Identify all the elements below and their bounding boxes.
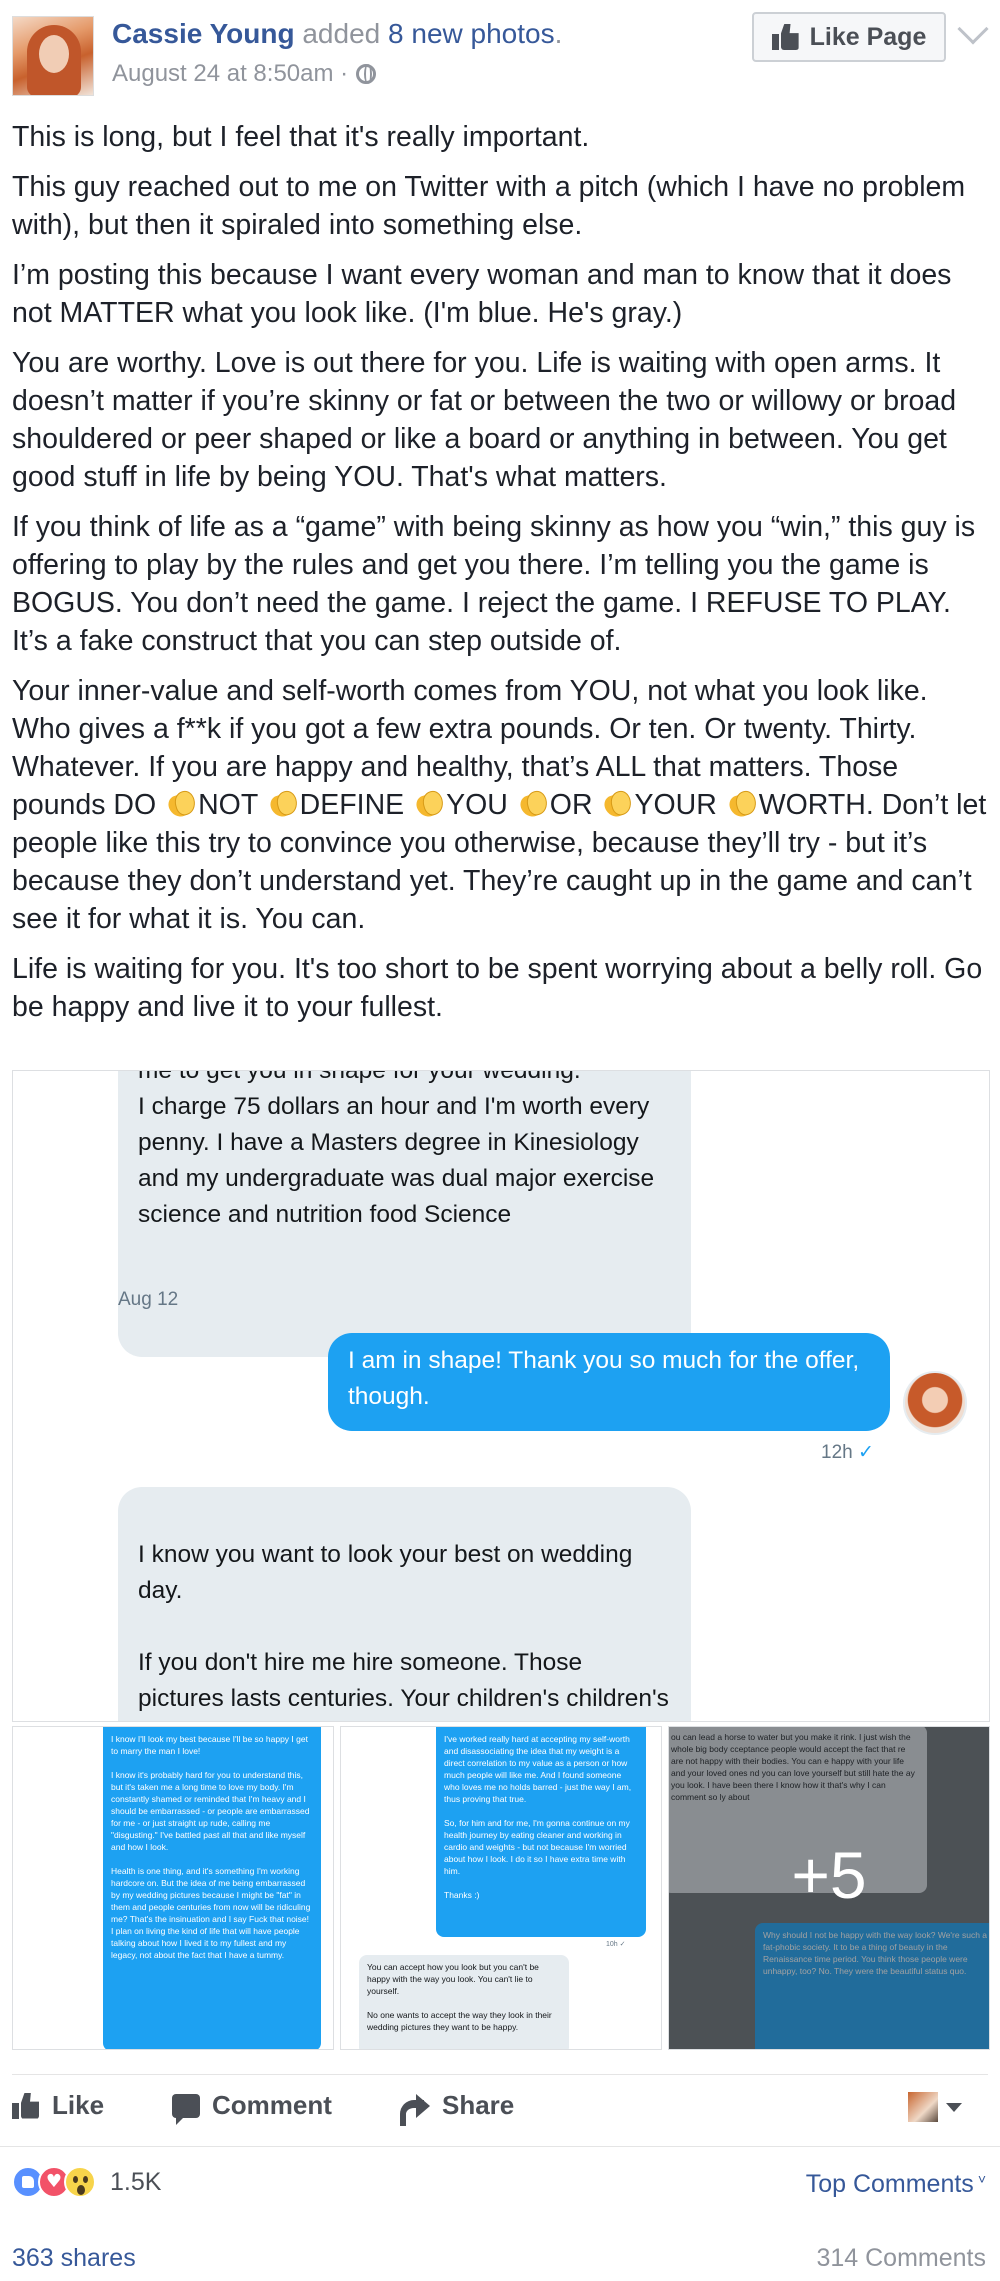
photo-thumbnails: I know I'll look my best because I'll be…: [12, 1726, 990, 2050]
like-page-label: Like Page: [809, 22, 927, 51]
chat-message-outgoing: I am in shape! Thank you so much for the…: [328, 1333, 890, 1431]
checkmark-icon: ✓: [857, 1442, 874, 1463]
thumbnail-time: 10h ✓: [606, 1941, 626, 1948]
post-paragraph: This is long, but I feel that it's reall…: [12, 121, 590, 153]
avatar-face: [39, 35, 69, 73]
share-icon: [400, 2093, 430, 2126]
message-time: 12h ✓: [821, 1441, 874, 1464]
emphasis-word: NOT: [198, 789, 258, 821]
post-paragraph: If you think of life as a “game” with be…: [12, 511, 976, 657]
engagement-footer: 363 shares 314 Comments: [0, 2238, 1000, 2281]
shares-link[interactable]: 363 shares: [12, 2244, 136, 2273]
globe-icon: [356, 64, 377, 84]
post-timestamp: August 24 at 8:50am ·: [112, 60, 377, 88]
share-label: Share: [442, 2090, 515, 2120]
caret-down-icon: [946, 2102, 962, 2112]
share-button[interactable]: Share: [400, 2090, 515, 2126]
like-icon: [12, 2093, 40, 2119]
clap-icon: [727, 789, 755, 819]
thumbnail-message: I've worked really hard at accepting my …: [436, 1727, 646, 1937]
comments-count-link[interactable]: 314 Comments: [816, 2244, 986, 2273]
action-suffix: .: [554, 18, 563, 49]
message-date: Aug 12: [118, 1289, 179, 1310]
post-body: This is long, but I feel that it's reall…: [12, 118, 992, 1038]
message-time-text: 12h: [821, 1442, 853, 1463]
more-photos-count: +5: [791, 1838, 867, 1912]
actor-avatar: [908, 2092, 938, 2122]
wow-reaction-icon: [64, 2166, 96, 2198]
post-actions: Like Comment Share: [12, 2078, 988, 2138]
clap-icon: [602, 789, 630, 819]
thumbnail-message: I know I'll look my best because I'll be…: [103, 1727, 321, 2049]
message-text: I charge 75 dollars an hour and I'm wort…: [138, 1093, 655, 1228]
post-paragraph: Your inner-value and self-worth comes fr…: [12, 672, 992, 938]
author-name-link[interactable]: Cassie Young: [112, 18, 295, 49]
like-label: Like: [52, 2090, 105, 2120]
post-paragraph: Life is waiting for you. It's too short …: [12, 953, 983, 1023]
clap-icon: [518, 789, 546, 819]
chat-avatar: [903, 1371, 967, 1435]
clap-icon: [268, 789, 296, 819]
author-line: Cassie Young added 8 new photos.: [112, 18, 562, 50]
photo-thumbnail[interactable]: I've worked really hard at accepting my …: [340, 1726, 662, 2050]
post-action: added 8 new photos.: [302, 18, 562, 49]
divider: [12, 2074, 988, 2075]
action-prefix: added: [302, 18, 381, 49]
chevron-down-icon[interactable]: [957, 13, 989, 45]
message-text-partial: me to get you in shape for your wedding.: [138, 1070, 581, 1084]
photo-thumbnail-more[interactable]: ou can lead a horse to water but you mak…: [668, 1726, 990, 2050]
like-icon: [771, 24, 800, 50]
author-avatar[interactable]: [12, 16, 94, 96]
comment-button[interactable]: Comment: [172, 2090, 332, 2125]
like-button[interactable]: Like: [12, 2090, 104, 2121]
message-text: I know you want to look your best on wed…: [138, 1541, 669, 1712]
message-text: I am in shape! Thank you so much for the…: [348, 1347, 860, 1410]
new-photos-link[interactable]: 8 new photos: [388, 18, 555, 49]
chat-message-incoming: me to get you in shape for your wedding.…: [118, 1070, 691, 1357]
timestamp-link[interactable]: August 24 at 8:50am ·: [112, 60, 348, 88]
post-paragraph: I’m posting this because I want every wo…: [12, 259, 952, 329]
clap-icon: [166, 789, 194, 819]
emphasis-word: YOU: [446, 789, 508, 821]
top-comments-dropdown[interactable]: Top Comments ˅: [806, 2170, 986, 2199]
clap-icon: [414, 789, 442, 819]
top-comments-label: Top Comments: [805, 2170, 974, 2198]
photo-thumbnail[interactable]: I know I'll look my best because I'll be…: [12, 1726, 334, 2050]
comment-icon: [172, 2093, 200, 2125]
main-photo[interactable]: me to get you in shape for your wedding.…: [12, 1070, 990, 1722]
chat-message-incoming: I know you want to look your best on wed…: [118, 1487, 691, 1721]
divider: [0, 2146, 1000, 2147]
caret-down-icon: ˅: [977, 2171, 986, 2187]
emphasis-word: WORTH.: [758, 789, 874, 821]
like-page-button[interactable]: Like Page: [752, 12, 946, 62]
thumbnail-message: You can accept how you look but you can'…: [359, 1955, 569, 2049]
reaction-icons: [12, 2166, 96, 2198]
reactions-summary[interactable]: 1.5K: [12, 2166, 161, 2198]
comment-label: Comment: [212, 2090, 332, 2120]
profile-switcher[interactable]: [908, 2092, 962, 2122]
emphasis-word: OR: [549, 789, 593, 821]
post-paragraph: This guy reached out to me on Twitter wi…: [12, 171, 966, 241]
post-paragraph: You are worthy. Love is out there for yo…: [12, 347, 957, 493]
post-header: Cassie Young added 8 new photos. August …: [0, 0, 1000, 110]
emphasis-word: DEFINE: [299, 789, 405, 821]
reaction-count: 1.5K: [110, 2167, 162, 2196]
emphasis-word: YOUR: [634, 789, 717, 821]
